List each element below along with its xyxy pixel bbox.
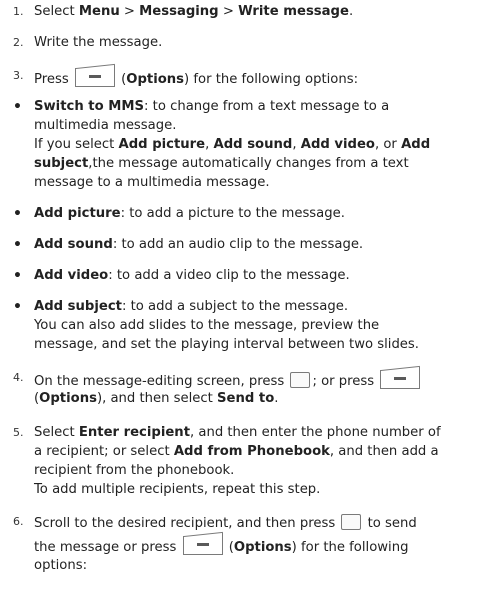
switch-note-line1: If you select Add picture, Add sound, Ad… (34, 137, 431, 152)
options-soft-key-icon (74, 65, 115, 87)
step-4-line1: On the message-editing screen, press ; o… (34, 367, 422, 390)
center-key-icon (290, 372, 311, 388)
write-message-label: Write message (238, 4, 349, 19)
step-5-line1: Select Enter recipient, and then enter t… (34, 425, 441, 440)
messaging-label: Messaging (139, 4, 219, 19)
options-soft-key-icon (182, 533, 223, 555)
option-switch-mms: Switch to MMS: to change from a text mes… (34, 99, 390, 114)
step-number: 3. (13, 69, 24, 82)
step-number: 1. (13, 5, 24, 18)
add-subject-line3: message, and set the playing interval be… (34, 337, 419, 352)
step-5-line2: a recipient; or select Add from Phoneboo… (34, 444, 439, 459)
switch-note-line3: message to a multimedia message. (34, 175, 270, 190)
step-5-line4: To add multiple recipients, repeat this … (34, 482, 321, 497)
step-6-line1: Scroll to the desired recipient, and the… (34, 514, 417, 531)
switch-note-line2: subject,the message automatically change… (34, 156, 409, 171)
step-number: 6. (13, 515, 24, 528)
bullet-icon: • (13, 299, 22, 315)
bullet-icon: • (13, 237, 22, 253)
menu-label: Menu (78, 4, 120, 19)
option-add-subject: Add subject: to add a subject to the mes… (34, 299, 349, 314)
step-number: 2. (13, 36, 24, 49)
option-add-video: Add video: to add a video clip to the me… (34, 268, 350, 283)
step-number: 5. (13, 426, 24, 439)
step-6-line2: the message or press (Options) for the f… (34, 533, 408, 556)
center-key-icon (341, 514, 362, 530)
step-2-text: Write the message. (34, 35, 163, 50)
option-add-picture: Add picture: to add a picture to the mes… (34, 206, 345, 221)
bullet-icon: • (13, 99, 22, 115)
manual-page: 1. Select Menu > Messaging > Write messa… (0, 0, 495, 602)
option-add-sound: Add sound: to add an audio clip to the m… (34, 237, 364, 252)
step-number: 4. (13, 371, 24, 384)
add-subject-line2: You can also add slides to the message, … (34, 318, 380, 333)
step-1-text: Select Menu > Messaging > Write message. (34, 4, 354, 19)
step-5-line3: recipient from the phonebook. (34, 463, 235, 478)
bullet-icon: • (13, 268, 22, 284)
step-6-line3: options: (34, 558, 88, 573)
options-soft-key-icon (380, 367, 421, 389)
step-4-line2: (Options), and then select Send to. (34, 391, 279, 406)
step-3-text: Press (Options) for the following option… (34, 65, 358, 88)
option-switch-mms-line2: multimedia message. (34, 118, 177, 133)
bullet-icon: • (13, 206, 22, 222)
